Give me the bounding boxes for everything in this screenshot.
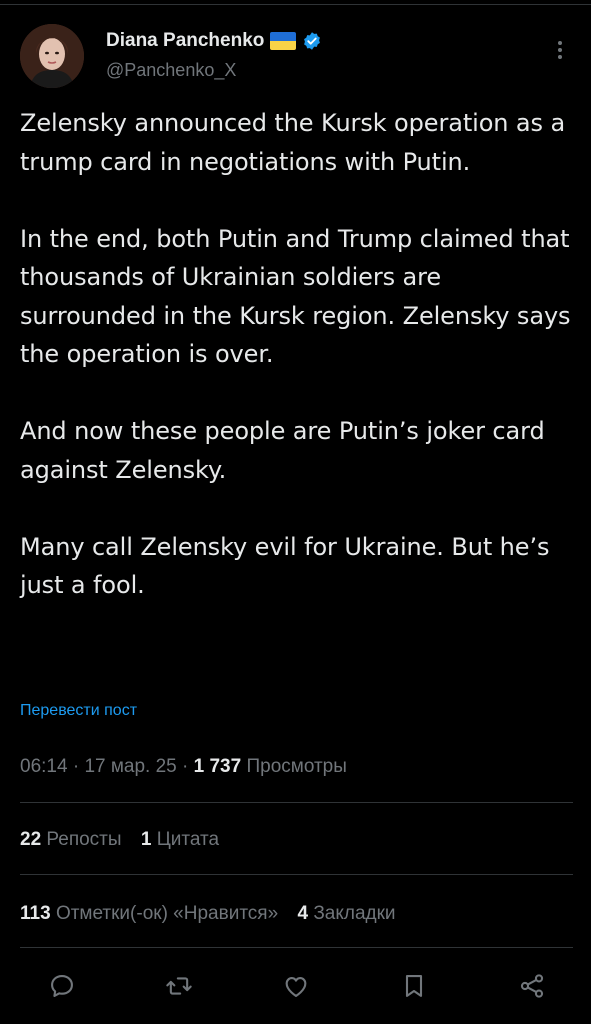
meta-separator: ·: [72, 756, 80, 777]
bookmark-button[interactable]: [396, 968, 432, 1004]
bookmarks-count: 4: [297, 903, 309, 924]
reposts-count: 22: [20, 829, 42, 850]
repost-quote-stats: 22 Репосты 1 Цитата: [20, 829, 219, 851]
likes-bookmarks-stats: 113 Отметки(-ок) «Нравится» 4 Закладки: [20, 903, 396, 925]
reposts-label: Репосты: [46, 829, 122, 850]
meta-separator: ·: [182, 756, 189, 777]
post-meta: 06:14 · 17 мар. 25 · 1 737 Просмотры: [20, 756, 347, 778]
quotes-label: Цитата: [156, 829, 220, 850]
top-divider: [0, 4, 591, 5]
repost-button[interactable]: [161, 968, 197, 1004]
post-date[interactable]: 17 мар. 25: [84, 756, 176, 777]
bookmark-icon: [405, 975, 423, 997]
divider: [20, 874, 573, 875]
like-icon: [285, 977, 307, 997]
translate-post-link[interactable]: Перевести пост: [20, 702, 137, 720]
repost-icon: [166, 977, 192, 995]
verified-badge-icon: [304, 32, 321, 50]
post-header: Diana Panchenko @Panchenko_X: [20, 24, 571, 90]
quotes-count: 1: [140, 829, 152, 850]
bookmarks-label: Закладки: [313, 903, 396, 924]
more-options-icon[interactable]: [553, 38, 567, 64]
action-bar: [0, 968, 591, 1008]
reposts-stat[interactable]: 22 Репосты: [20, 829, 122, 850]
quotes-stat[interactable]: 1 Цитата: [141, 829, 219, 850]
avatar-image: [20, 24, 84, 88]
like-button[interactable]: [278, 968, 314, 1004]
views-count: 1 737: [193, 756, 242, 777]
post-paragraph: Many call Zelensky evil for Ukraine. But…: [20, 532, 550, 600]
divider: [20, 947, 573, 948]
divider: [20, 802, 573, 803]
author-handle[interactable]: @Panchenko_X: [106, 60, 236, 81]
avatar[interactable]: [20, 24, 84, 88]
reply-button[interactable]: [44, 968, 80, 1004]
author-name[interactable]: Diana Panchenko: [106, 30, 264, 52]
post-paragraph: Zelensky announced the Kursk operation a…: [20, 109, 566, 176]
bookmarks-stat[interactable]: 4 Закладки: [297, 903, 395, 924]
post-paragraph: And now these people are Putin’s joker c…: [20, 417, 545, 484]
ukraine-flag-icon: [270, 32, 297, 50]
likes-stat[interactable]: 113 Отметки(-ок) «Нравится»: [20, 903, 278, 924]
share-button[interactable]: [514, 968, 550, 1004]
likes-label: Отметки(-ок) «Нравится»: [55, 903, 279, 924]
share-icon: [520, 974, 544, 998]
views-label: Просмотры: [246, 756, 347, 777]
reply-icon: [51, 975, 73, 997]
likes-count: 113: [20, 903, 51, 924]
post-time[interactable]: 06:14: [20, 756, 68, 777]
post-text: Zelensky announced the Kursk operation a…: [20, 104, 580, 605]
post-paragraph: In the end, both Putin and Trump claimed…: [20, 224, 571, 369]
